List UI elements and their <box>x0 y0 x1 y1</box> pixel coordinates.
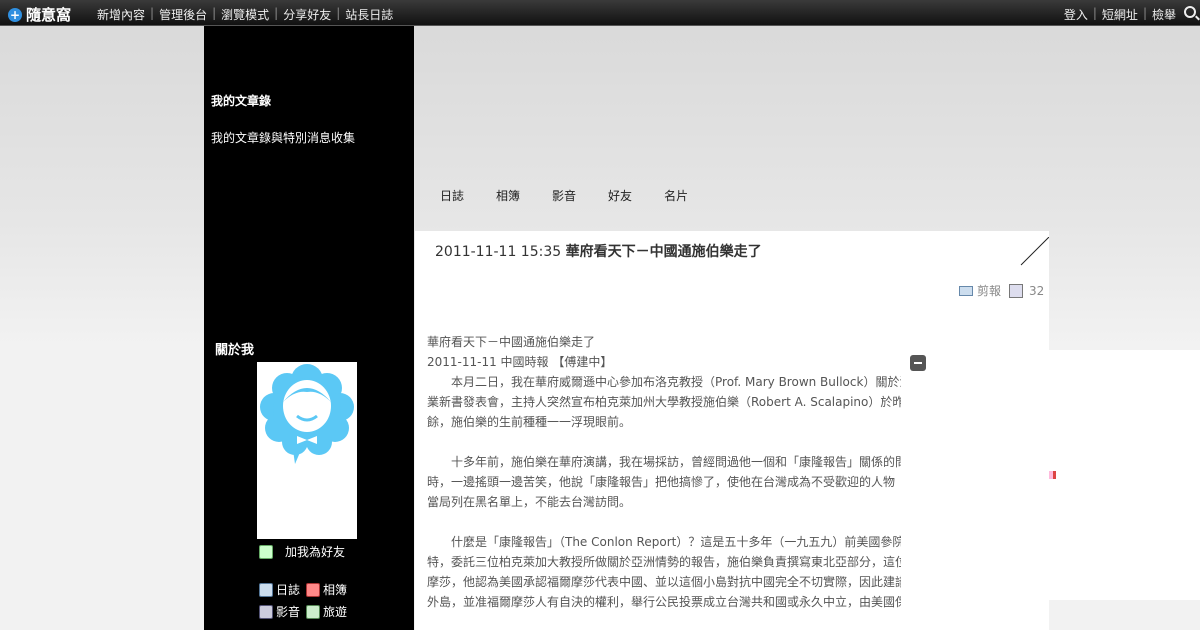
site-logo[interactable]: + 隨意窩 <box>8 4 71 25</box>
logo-text: 隨意窩 <box>26 6 72 24</box>
sidebar-link-travel-label: 旅遊 <box>323 605 348 619</box>
post-line: 當局列在黑名單上，不能去台灣訪問。 <box>427 495 632 509</box>
sidebar-links: 日誌 相簿 影音 旅遊 <box>259 579 353 623</box>
post-body: 華府看天下－中國通施伯樂走了 2011-11-11 中國時報 【傅建中】 本月二… <box>427 332 901 630</box>
nav-item-site-log[interactable]: 站長日誌 <box>345 6 393 23</box>
video-icon <box>259 605 273 619</box>
post-content: 2011-11-11 15:35 華府看天下－中國通施伯樂走了 剪報 32 華府… <box>415 231 1049 630</box>
post-line: 外島，並准福爾摩莎人有自決的權利，舉行公民投票成立台灣共和國或永久中立，由美國保… <box>427 595 901 609</box>
right-nav: 登入 | 短網址 | 檢舉 <box>1063 6 1176 23</box>
post-line: 什麼是「康隆報告」（The Conlon Report）？這是五十多年（一九五九… <box>427 535 901 549</box>
plus-logo-icon: + <box>8 7 22 22</box>
right-panel <box>1049 350 1200 600</box>
travel-icon <box>306 605 321 619</box>
people-icon <box>259 544 273 559</box>
post-line: 摩莎，他認為美國承認福爾摩莎代表中國、並以這個小島對抗中國完全不切實際，因此建議 <box>427 575 901 589</box>
views-icon <box>1009 283 1024 298</box>
add-friend-button[interactable]: 加我為好友 <box>259 543 345 560</box>
avatar-cloud-icon <box>260 364 354 464</box>
post-line: 2011-11-11 中國時報 【傅建中】 <box>427 355 613 369</box>
sidebar: 我的文章錄 我的文章錄與特別消息收集 關於我 加我為好友 日誌 相簿 影音 旅遊 <box>204 26 414 630</box>
sidebar-link-album-label: 相簿 <box>323 583 348 597</box>
post-line: 餘，施伯樂的生前種種一一浮現眼前。 <box>427 415 632 429</box>
sidebar-link-video-label: 影音 <box>276 605 301 619</box>
avatar[interactable] <box>257 362 357 539</box>
nav-item-new-content[interactable]: 新增內容 <box>97 6 145 23</box>
post-line: 華府看天下－中國通施伯樂走了 <box>427 335 596 349</box>
blog-description: 我的文章錄與特別消息收集 <box>211 131 356 145</box>
top-bar: + 隨意窩 新增內容 | 管理後台 | 瀏覽模式 | 分享好友 | 站長日誌 登入 | 短… <box>0 0 1200 26</box>
nav-item-admin[interactable]: 管理後台 <box>159 6 207 23</box>
login-link[interactable]: 登入 <box>1064 6 1088 23</box>
notebook-icon <box>259 583 273 597</box>
about-me-title: 關於我 <box>215 343 255 358</box>
sidebar-link-blog[interactable]: 日誌 <box>259 579 300 601</box>
post-line: 業新書發表會，主持人突然宣布柏克萊加州大學教授施伯樂（Robert A. Sca… <box>427 395 901 409</box>
tab-album[interactable]: 相簿 <box>496 187 520 204</box>
search-icon[interactable] <box>1184 6 1196 18</box>
nav-item-browse-mode[interactable]: 瀏覽模式 <box>221 6 269 23</box>
sidebar-link-album[interactable]: 相簿 <box>306 579 347 601</box>
tab-card[interactable]: 名片 <box>664 187 688 204</box>
post-meta: 剪報 32 <box>959 282 1044 299</box>
folder-icon <box>959 285 973 296</box>
post-line: 特，委託三位柏克萊加大教授所做關於亞洲情勢的報告，施伯樂負責撰寫東北亞部分，這位 <box>427 555 901 569</box>
tiny-badge-icon <box>1049 471 1059 479</box>
post-views: 32 <box>1029 283 1045 298</box>
blog-title[interactable]: 我的文章錄 <box>211 92 271 109</box>
tab-friends[interactable]: 好友 <box>608 187 632 204</box>
post-date: 2011-11-11 15:35 <box>435 244 562 260</box>
post-title[interactable]: 2011-11-11 15:35 華府看天下－中國通施伯樂走了 <box>435 241 762 261</box>
sidebar-link-travel[interactable]: 旅遊 <box>306 601 347 623</box>
short-url-link[interactable]: 短網址 <box>1102 6 1138 23</box>
tab-video[interactable]: 影音 <box>552 187 576 204</box>
sidebar-link-video[interactable]: 影音 <box>259 601 300 623</box>
tab-blog[interactable]: 日誌 <box>440 187 464 204</box>
sidebar-link-blog-label: 日誌 <box>276 583 301 597</box>
post-title-text: 華府看天下－中國通施伯樂走了 <box>565 244 762 260</box>
post-line: 本月二日，我在華府威爾遜中心參加布洛克教授（Prof. Mary Brown B… <box>427 375 901 389</box>
main-nav: 日誌 相簿 影音 好友 名片 <box>440 187 720 204</box>
add-friend-label: 加我為好友 <box>285 545 346 559</box>
album-icon <box>306 583 321 597</box>
top-nav: 新增內容 | 管理後台 | 瀏覽模式 | 分享好友 | 站長日誌 <box>97 6 394 23</box>
diagonal-line-decoration <box>1020 237 1049 266</box>
collapse-icon[interactable] <box>910 355 926 371</box>
post-line: 十多年前，施伯樂在華府演講，我在場採訪，曾經問過他一個和「康隆報告」關係的問 <box>427 455 901 469</box>
post-line: 時，一邊搖頭一邊苦笑，他說「康隆報告」把他搞慘了，使他在台灣成為不受歡迎的人物 <box>427 475 896 489</box>
post-category[interactable]: 剪報 <box>977 282 1001 299</box>
nav-item-share[interactable]: 分享好友 <box>283 6 331 23</box>
report-link[interactable]: 檢舉 <box>1152 6 1176 23</box>
